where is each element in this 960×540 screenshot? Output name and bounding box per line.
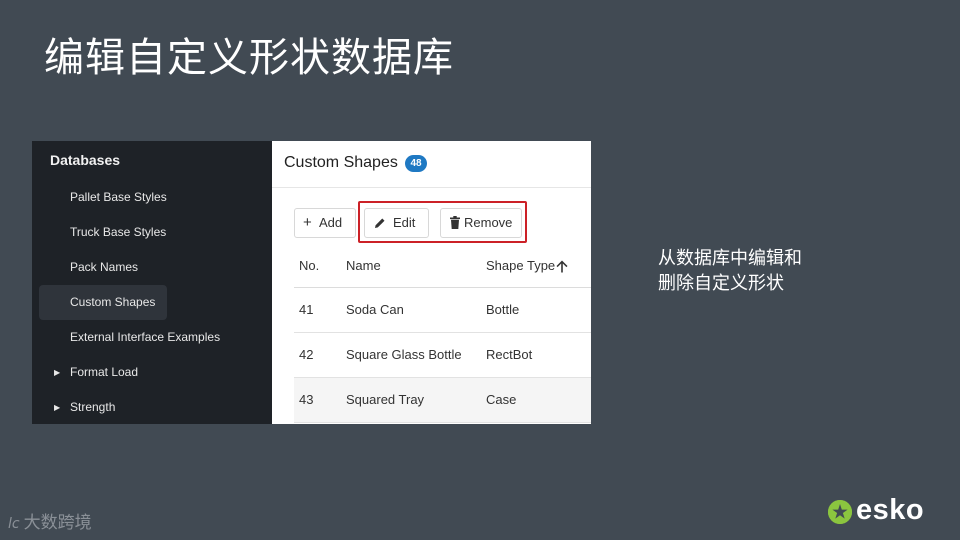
column-header-name[interactable]: Name — [346, 245, 381, 287]
app-screenshot: Databases Pallet Base Styles Truck Base … — [32, 141, 591, 424]
slide-note: 从数据库中编辑和删除自定义形状 — [658, 248, 802, 294]
table-row[interactable]: 42 Square Glass Bottle RectBot — [294, 333, 591, 378]
sidebar-item-label: Custom Shapes — [70, 295, 156, 309]
column-header-no[interactable]: No. — [299, 245, 319, 287]
caret-right-icon[interactable]: ▶ — [54, 390, 60, 424]
highlight-box — [358, 201, 527, 243]
sidebar-header: Databases — [50, 152, 121, 168]
cell-no: 42 — [299, 347, 314, 362]
watermark-logo-icon: lc — [8, 516, 20, 532]
slide-title: 编辑自定义形状数据库 — [44, 35, 454, 81]
sidebar-item-label: Pallet Base Styles — [70, 190, 167, 204]
sidebar-item-strength[interactable]: ▶ Strength — [39, 390, 167, 424]
plus-icon: + — [303, 214, 312, 231]
sidebar-item-format-load[interactable]: ▶ Format Load — [39, 355, 167, 390]
add-button-label: Add — [319, 215, 343, 230]
sidebar-item-external-interface-examples[interactable]: External Interface Examples — [39, 320, 220, 355]
watermark: lc 大数跨境 — [8, 508, 92, 534]
cell-no: 43 — [299, 392, 314, 407]
cell-shape-type: RectBot — [486, 347, 533, 362]
caret-right-icon[interactable]: ▶ — [54, 355, 60, 390]
count-badge: 48 — [405, 155, 427, 172]
panel-header: Custom Shapes 48 — [272, 141, 591, 188]
cell-shape-type: Case — [486, 392, 517, 407]
cell-name: Square Glass Bottle — [346, 347, 462, 362]
main-panel: Custom Shapes 48 + Add Edit Remove No. N… — [272, 141, 591, 424]
sidebar-item-truck-base-styles[interactable]: Truck Base Styles — [39, 215, 167, 250]
add-button[interactable]: + Add — [294, 208, 356, 238]
table-row[interactable]: 41 Soda Can Bottle — [294, 288, 591, 333]
sidebar-item-pack-names[interactable]: Pack Names — [39, 250, 167, 285]
arrow-up-icon[interactable] — [556, 245, 568, 287]
cell-no: 41 — [299, 302, 314, 317]
sidebar-item-label: Truck Base Styles — [70, 225, 167, 239]
sidebar-item-pallet-base-styles[interactable]: Pallet Base Styles — [39, 180, 167, 215]
cell-name: Squared Tray — [346, 392, 425, 407]
sidebar-item-label: Strength — [70, 400, 116, 414]
table-header: No. Name Shape Type — [294, 245, 591, 288]
sidebar-item-label: Pack Names — [70, 260, 139, 274]
slide: 编辑自定义形状数据库 Databases Pallet Base Styles … — [0, 0, 960, 540]
sidebar-item-label: External Interface Examples — [70, 330, 221, 344]
table-row[interactable]: 43 Squared Tray Case — [294, 378, 591, 423]
panel-title: Custom Shapes — [284, 154, 398, 171]
sidebar-item-custom-shapes[interactable]: Custom Shapes — [39, 285, 167, 320]
watermark-text: 大数跨境 — [23, 513, 92, 533]
column-header-shape-type[interactable]: Shape Type — [486, 245, 555, 287]
cell-shape-type: Bottle — [486, 302, 520, 317]
esko-star-icon — [828, 500, 852, 524]
sidebar-item-label: Format Load — [70, 365, 139, 379]
brand-wordmark: esko — [856, 494, 925, 526]
cell-name: Soda Can — [346, 302, 404, 317]
sidebar: Databases Pallet Base Styles Truck Base … — [32, 141, 272, 424]
